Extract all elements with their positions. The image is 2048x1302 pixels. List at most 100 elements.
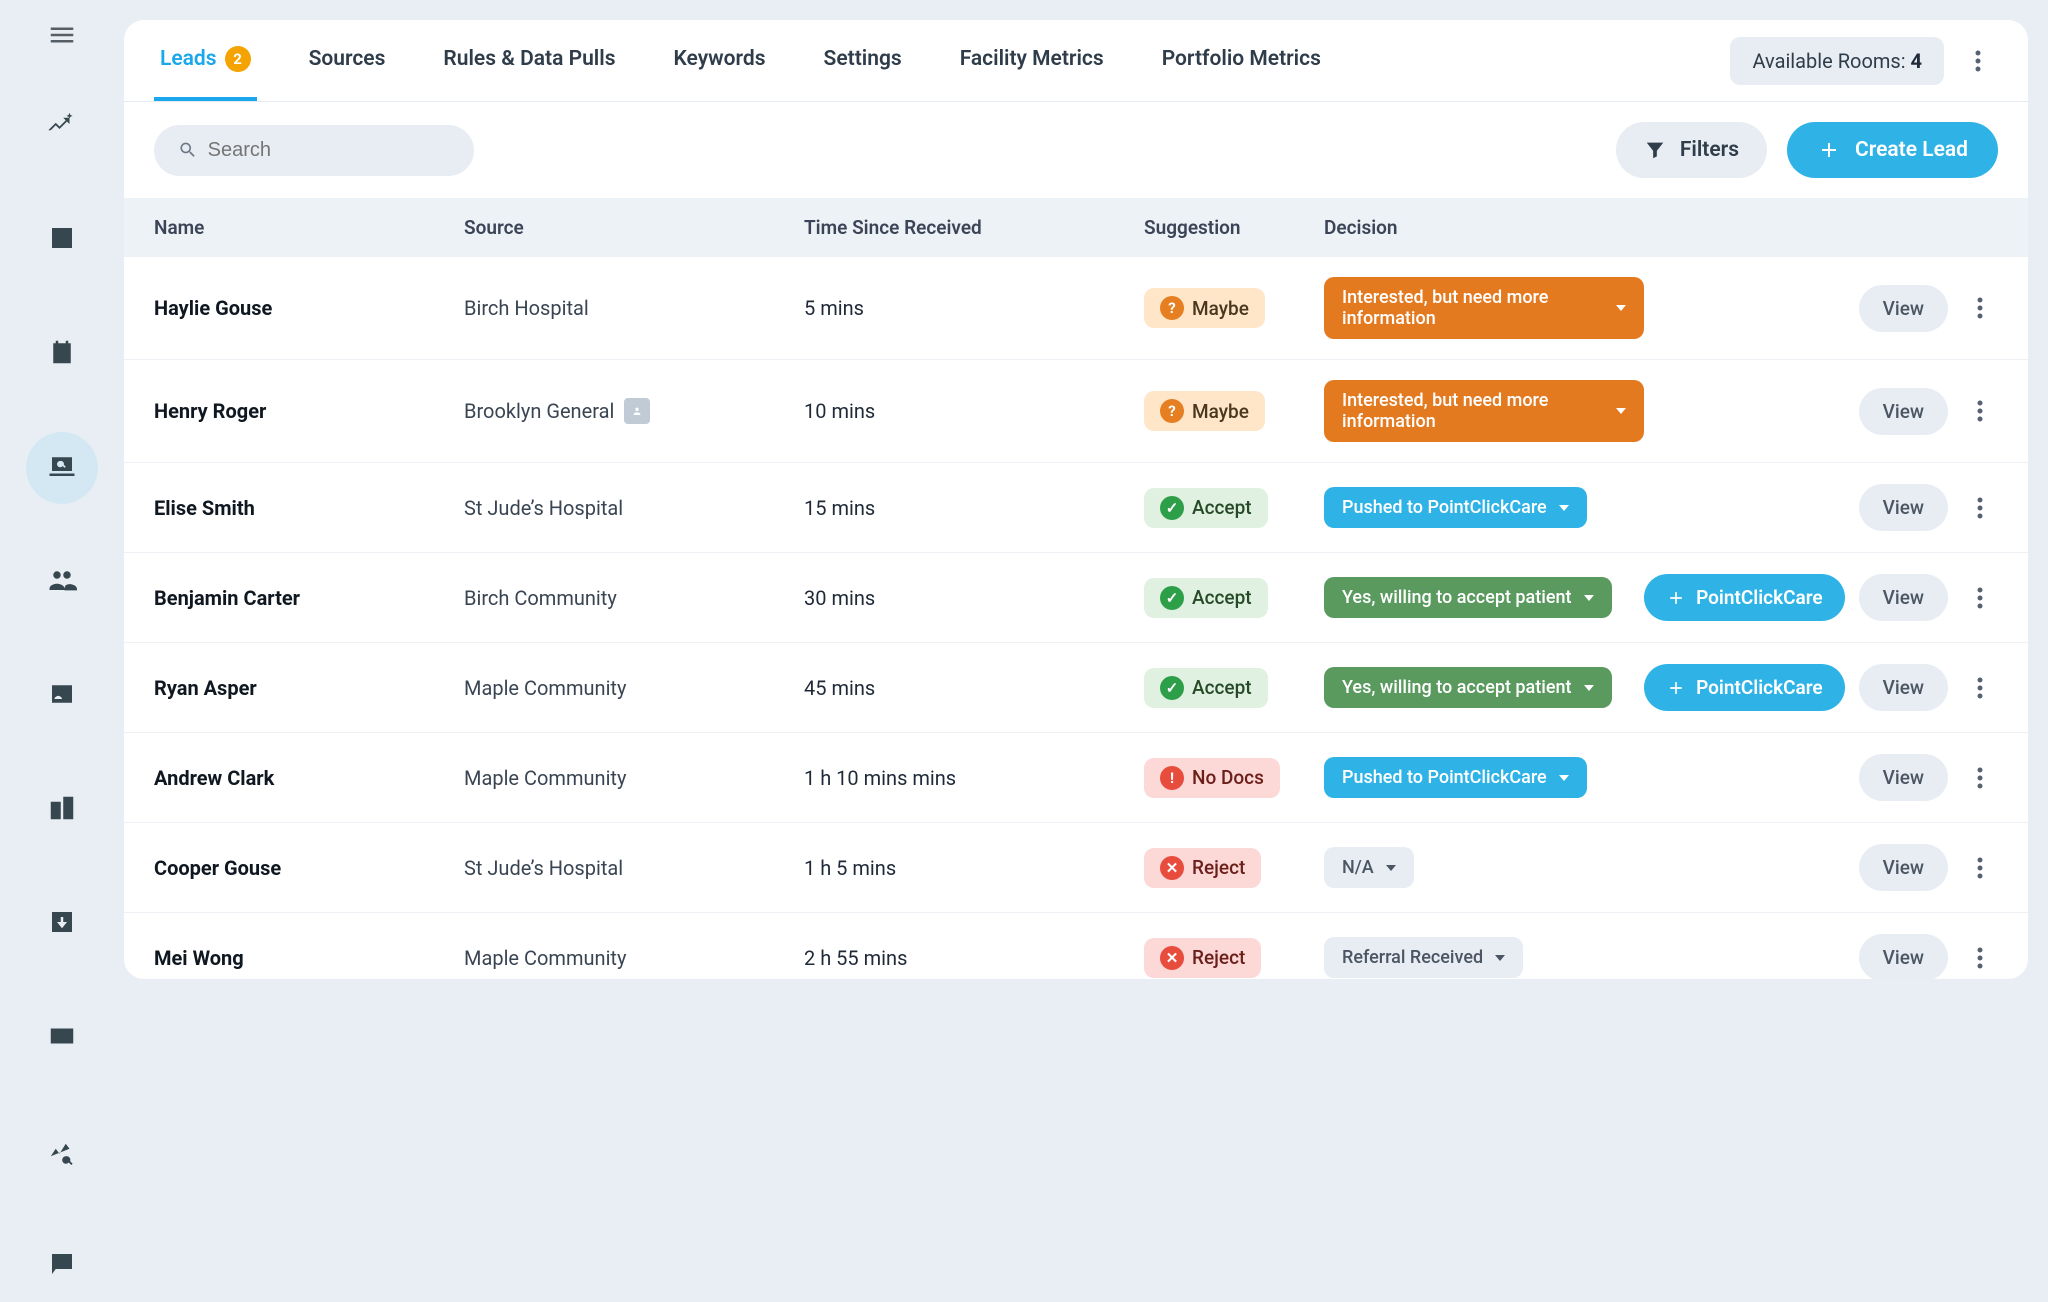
row-more-button[interactable] (1962, 393, 1998, 429)
nav-analytics-search[interactable] (26, 1116, 98, 1188)
row-more-button[interactable] (1962, 490, 1998, 526)
actions-cell: View (1644, 844, 1998, 891)
tab-sources[interactable]: Sources (303, 20, 392, 101)
suggestion-status-icon: ! (1160, 766, 1184, 790)
suggestion-text: Accept (1192, 496, 1252, 519)
suggestion-badge: ✓Accept (1144, 668, 1268, 708)
nav-calendar[interactable] (26, 318, 98, 390)
decision-dropdown[interactable]: Interested, but need more information (1324, 277, 1644, 339)
view-button[interactable]: View (1859, 844, 1948, 891)
chevron-down-icon (1559, 505, 1569, 511)
row-more-button[interactable] (1962, 580, 1998, 616)
decision-text: Pushed to PointClickCare (1342, 767, 1547, 788)
decision-dropdown[interactable]: Pushed to PointClickCare (1324, 757, 1587, 798)
pointclickcare-button[interactable]: PointClickCare (1644, 664, 1845, 711)
lead-name: Haylie Gouse (154, 296, 464, 320)
view-button[interactable]: View (1859, 934, 1948, 979)
decision-dropdown[interactable]: Yes, willing to accept patient (1324, 577, 1612, 618)
column-header: Source (464, 216, 804, 239)
lead-source: Brooklyn General (464, 398, 804, 424)
search-input[interactable] (208, 139, 450, 162)
create-lead-button[interactable]: Create Lead (1787, 122, 1998, 178)
laptop-search-icon (47, 451, 77, 485)
tabsbar-more-button[interactable] (1958, 41, 1998, 81)
create-lead-label: Create Lead (1855, 138, 1968, 162)
chevron-down-icon (1616, 305, 1626, 311)
search-box[interactable] (154, 125, 474, 176)
row-more-button[interactable] (1962, 940, 1998, 976)
decision-dropdown[interactable]: Interested, but need more information (1324, 380, 1644, 442)
row-more-button[interactable] (1962, 850, 1998, 886)
decision-cell: Interested, but need more information (1324, 380, 1644, 442)
view-button[interactable]: View (1859, 285, 1948, 332)
suggestion-text: Reject (1192, 856, 1245, 879)
view-button[interactable]: View (1859, 574, 1948, 621)
suggestion-status-icon: ✕ (1160, 856, 1184, 880)
decision-dropdown[interactable]: N/A (1324, 847, 1414, 888)
tab-facility-metrics[interactable]: Facility Metrics (954, 20, 1110, 101)
suggestion-status-icon: ? (1160, 296, 1184, 320)
tab-label: Settings (824, 47, 902, 71)
nav-sparkle-trend[interactable] (26, 90, 98, 162)
lead-name: Benjamin Carter (154, 586, 464, 610)
table-row: Benjamin CarterBirch Community30 mins✓Ac… (124, 553, 2028, 643)
pointclickcare-button[interactable]: PointClickCare (1644, 574, 1845, 621)
lead-name: Ryan Asper (154, 676, 464, 700)
chevron-down-icon (1584, 685, 1594, 691)
nav-download-box[interactable] (26, 888, 98, 960)
suggestion-text: Reject (1192, 946, 1245, 969)
suggestion-badge: ✕ Reject (1144, 938, 1261, 978)
view-button[interactable]: View (1859, 388, 1948, 435)
tab-settings[interactable]: Settings (818, 20, 908, 101)
view-button[interactable]: View (1859, 484, 1948, 531)
decision-dropdown[interactable]: Yes, willing to accept patient (1324, 667, 1612, 708)
actions-cell: View (1644, 388, 1998, 435)
nav-people[interactable] (26, 546, 98, 618)
nav-buildings[interactable] (26, 774, 98, 846)
nav-bar-chart[interactable] (26, 204, 98, 276)
table-row: Henry RogerBrooklyn General10 mins?Maybe… (124, 360, 2028, 463)
menu-toggle[interactable] (34, 20, 90, 50)
tab-rules-data-pulls[interactable]: Rules & Data Pulls (437, 20, 621, 101)
tab-label: Portfolio Metrics (1162, 47, 1321, 71)
lead-source: Maple Community (464, 766, 804, 790)
row-more-button[interactable] (1962, 290, 1998, 326)
nav-laptop-search[interactable] (26, 432, 98, 504)
filters-button[interactable]: Filters (1616, 122, 1767, 178)
table-header: NameSourceTime Since ReceivedSuggestionD… (124, 198, 2028, 257)
decision-dropdown[interactable]: Pushed to PointClickCare (1324, 487, 1587, 528)
suggestion-status-icon: ✕ (1160, 946, 1184, 970)
tab-label: Keywords (674, 47, 766, 71)
nav-comment[interactable] (26, 1230, 98, 1302)
row-more-button[interactable] (1962, 760, 1998, 796)
decision-text: Interested, but need more information (1342, 287, 1604, 329)
decision-cell: N/A (1324, 847, 1644, 888)
nav-id-badge[interactable] (26, 660, 98, 732)
table-row: Haylie GouseBirch Hospital5 mins?MaybeIn… (124, 257, 2028, 360)
sparkle-trend-icon (47, 109, 77, 143)
plus-icon (1666, 588, 1686, 608)
actions-cell: View (1644, 484, 1998, 531)
actions-cell: View (1644, 934, 1998, 979)
plus-icon (1817, 138, 1841, 162)
decision-dropdown[interactable]: Referral Received (1324, 937, 1523, 978)
sidebar (0, 0, 124, 979)
suggestion-text: Maybe (1192, 400, 1249, 423)
tab-leads[interactable]: Leads2 (154, 20, 257, 101)
view-button[interactable]: View (1859, 664, 1948, 711)
decision-cell: Interested, but need more information (1324, 277, 1644, 339)
row-more-button[interactable] (1962, 670, 1998, 706)
time-since-received: 45 mins (804, 676, 1144, 700)
tab-keywords[interactable]: Keywords (668, 20, 772, 101)
nav-card[interactable] (26, 1002, 98, 1074)
contact-card-icon (624, 398, 650, 424)
suggestion-cell: ?Maybe (1144, 288, 1324, 328)
table-row: Ryan AsperMaple Community45 mins✓AcceptY… (124, 643, 2028, 733)
view-button[interactable]: View (1859, 754, 1948, 801)
available-rooms-value: 4 (1911, 49, 1922, 73)
table-row: Andrew ClarkMaple Community1 h 10 mins m… (124, 733, 2028, 823)
decision-text: Interested, but need more information (1342, 390, 1604, 432)
suggestion-cell: ✕ Reject (1144, 938, 1324, 978)
tab-portfolio-metrics[interactable]: Portfolio Metrics (1156, 20, 1327, 101)
suggestion-cell: !No Docs (1144, 758, 1324, 798)
